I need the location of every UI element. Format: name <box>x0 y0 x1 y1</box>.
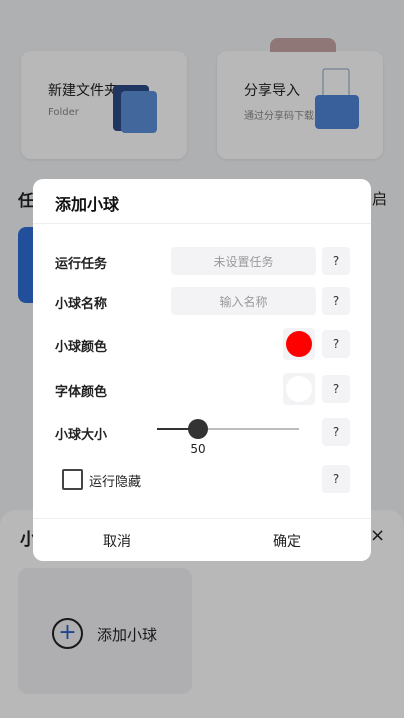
font-color-picker[interactable] <box>283 373 315 405</box>
ball-color-label: 小球颜色 <box>55 340 108 355</box>
ball-color-help-button[interactable]: ? <box>322 330 350 358</box>
run-task-field[interactable]: 未设置任务 <box>171 247 316 275</box>
ball-size-help-button[interactable]: ? <box>322 418 350 446</box>
hide-on-run-help-button[interactable]: ? <box>322 465 350 493</box>
ball-name-placeholder: 输入名称 <box>219 294 268 309</box>
cancel-button[interactable]: 取消 <box>103 531 131 551</box>
ball-size-slider-thumb[interactable] <box>188 419 209 439</box>
ball-size-label: 小球大小 <box>55 428 108 443</box>
ball-size-value: 50 <box>190 442 206 456</box>
ball-name-input[interactable]: 输入名称 <box>171 287 316 315</box>
ball-name-label: 小球名称 <box>55 297 108 312</box>
ball-color-swatch <box>286 331 312 357</box>
add-ball-dialog: 添加小球 运行任务 未设置任务 ? 小球名称 输入名称 ? 小球颜色 ? 字体颜… <box>33 179 371 561</box>
ball-size-slider[interactable] <box>157 419 299 439</box>
footer-divider <box>33 518 371 519</box>
confirm-button[interactable]: 确定 <box>273 531 301 551</box>
ball-color-picker[interactable] <box>283 328 315 360</box>
run-task-placeholder: 未设置任务 <box>213 254 274 269</box>
hide-on-run-checkbox[interactable] <box>62 469 83 490</box>
font-color-label: 字体颜色 <box>55 385 108 400</box>
dialog-title: 添加小球 <box>55 195 120 214</box>
font-color-help-button[interactable]: ? <box>322 375 350 403</box>
ball-name-help-button[interactable]: ? <box>322 287 350 315</box>
hide-on-run-label: 运行隐藏 <box>89 475 142 490</box>
run-task-help-button[interactable]: ? <box>322 247 350 275</box>
font-color-swatch <box>286 376 312 402</box>
run-task-label: 运行任务 <box>55 257 108 272</box>
title-divider <box>33 223 371 224</box>
